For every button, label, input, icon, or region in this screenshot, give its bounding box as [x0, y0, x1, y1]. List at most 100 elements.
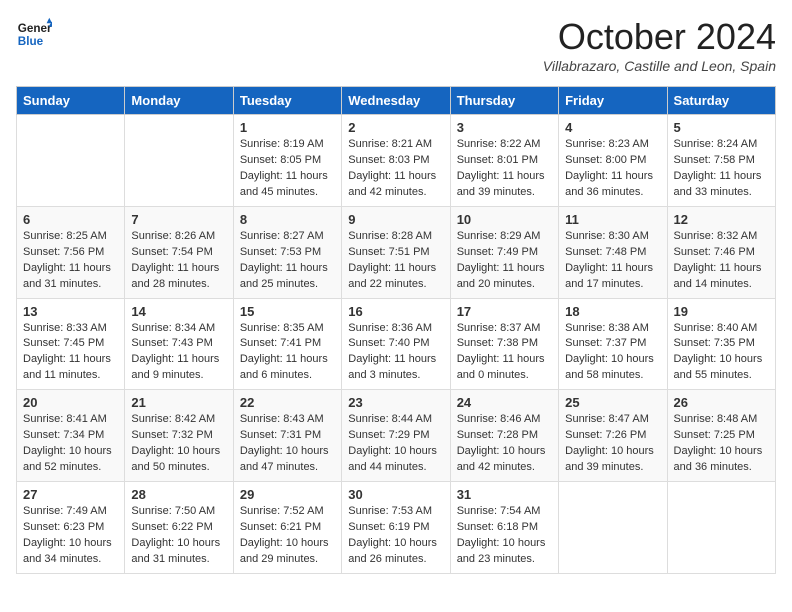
sunrise-text: Sunrise: 8:43 AM [240, 413, 324, 425]
day-number: 9 [348, 212, 443, 227]
cell-content: Sunrise: 8:22 AMSunset: 8:01 PMDaylight:… [457, 137, 552, 201]
day-number: 24 [457, 395, 552, 410]
sunset-text: Sunset: 7:45 PM [23, 337, 104, 349]
daylight-text: Daylight: 11 hours and 28 minutes. [131, 262, 219, 290]
day-header-sunday: Sunday [17, 87, 125, 115]
daylight-text: Daylight: 11 hours and 20 minutes. [457, 262, 545, 290]
calendar-cell: 22Sunrise: 8:43 AMSunset: 7:31 PMDayligh… [233, 390, 341, 482]
day-number: 11 [565, 212, 660, 227]
sunrise-text: Sunrise: 7:53 AM [348, 505, 432, 517]
sunset-text: Sunset: 6:22 PM [131, 521, 212, 533]
calendar-cell: 29Sunrise: 7:52 AMSunset: 6:21 PMDayligh… [233, 482, 341, 574]
sunrise-text: Sunrise: 8:25 AM [23, 230, 107, 242]
calendar-table: SundayMondayTuesdayWednesdayThursdayFrid… [16, 86, 776, 574]
page-header: General Blue October 2024 Villabrazaro, … [16, 16, 776, 74]
daylight-text: Daylight: 10 hours and 36 minutes. [674, 445, 763, 473]
daylight-text: Daylight: 10 hours and 47 minutes. [240, 445, 329, 473]
day-number: 1 [240, 120, 335, 135]
calendar-cell: 21Sunrise: 8:42 AMSunset: 7:32 PMDayligh… [125, 390, 233, 482]
daylight-text: Daylight: 11 hours and 31 minutes. [23, 262, 111, 290]
cell-content: Sunrise: 7:52 AMSunset: 6:21 PMDaylight:… [240, 504, 335, 568]
daylight-text: Daylight: 11 hours and 6 minutes. [240, 353, 328, 381]
daylight-text: Daylight: 11 hours and 17 minutes. [565, 262, 653, 290]
sunrise-text: Sunrise: 8:32 AM [674, 230, 758, 242]
calendar-cell: 6 Sunrise: 8:25 AM Sunset: 7:56 PM Daylight… [17, 206, 125, 298]
title-block: October 2024 Villabrazaro, Castille and … [543, 16, 776, 74]
cell-content: Sunrise: 8:37 AMSunset: 7:38 PMDaylight:… [457, 321, 552, 385]
cell-content: Sunrise: 8:38 AMSunset: 7:37 PMDaylight:… [565, 321, 660, 385]
sunset-text: Sunset: 7:48 PM [565, 246, 646, 258]
cell-content: Sunrise: 8:43 AM Sunset: 7:31 PM Daylight:… [240, 412, 335, 476]
sunrise-text: Sunrise: 8:28 AM [348, 230, 432, 242]
sunset-text: Sunset: 7:35 PM [674, 337, 755, 349]
sunset-text: Sunset: 7:40 PM [348, 337, 429, 349]
cell-content: Sunrise: 8:21 AMSunset: 8:03 PMDaylight:… [348, 137, 443, 201]
daylight-text: Daylight: 11 hours and 45 minutes. [240, 170, 328, 198]
week-row-2: 6 Sunrise: 8:25 AM Sunset: 7:56 PM Daylight… [17, 206, 776, 298]
sunrise-text: Sunrise: 8:19 AM [240, 138, 324, 150]
daylight-text: Daylight: 11 hours and 0 minutes. [457, 353, 545, 381]
calendar-body: 1Sunrise: 8:19 AMSunset: 8:05 PMDaylight… [17, 115, 776, 574]
sunrise-text: Sunrise: 8:37 AM [457, 322, 541, 334]
logo-icon: General Blue [16, 16, 52, 52]
sunset-text: Sunset: 7:32 PM [131, 429, 212, 441]
days-header-row: SundayMondayTuesdayWednesdayThursdayFrid… [17, 87, 776, 115]
calendar-cell: 7Sunrise: 8:26 AMSunset: 7:54 PMDaylight… [125, 206, 233, 298]
sunset-text: Sunset: 6:19 PM [348, 521, 429, 533]
cell-content: Sunrise: 7:53 AMSunset: 6:19 PMDaylight:… [348, 504, 443, 568]
day-number: 26 [674, 395, 769, 410]
week-row-3: 13 Sunrise: 8:33 AMSunset: 7:45 PMDayligh… [17, 298, 776, 390]
sunrise-text: Sunrise: 8:24 AM [674, 138, 758, 150]
day-header-wednesday: Wednesday [342, 87, 450, 115]
calendar-cell [667, 482, 775, 574]
day-number: 4 [565, 120, 660, 135]
calendar-cell: 26Sunrise: 8:48 AMSunset: 7:25 PMDayligh… [667, 390, 775, 482]
sunset-text: Sunset: 7:56 PM [23, 246, 104, 258]
calendar-cell: 20Sunrise: 8:41 AMSunset: 7:34 PMDayligh… [17, 390, 125, 482]
calendar-cell: 23Sunrise: 8:44 AMSunset: 7:29 PMDayligh… [342, 390, 450, 482]
calendar-cell: 2Sunrise: 8:21 AMSunset: 8:03 PMDaylight… [342, 115, 450, 207]
calendar-cell: 5Sunrise: 8:24 AMSunset: 7:58 PMDaylight… [667, 115, 775, 207]
sunrise-text: Sunrise: 8:34 AM [131, 322, 215, 334]
sunset-text: Sunset: 7:37 PM [565, 337, 646, 349]
sunrise-text: Sunrise: 8:22 AM [457, 138, 541, 150]
day-header-tuesday: Tuesday [233, 87, 341, 115]
location: Villabrazaro, Castille and Leon, Spain [543, 58, 776, 74]
day-number: 13 [23, 304, 118, 319]
day-number: 10 [457, 212, 552, 227]
cell-content: Sunrise: 8:42 AMSunset: 7:32 PMDaylight:… [131, 412, 226, 476]
cell-content: Sunrise: 8:35 AMSunset: 7:41 PMDaylight:… [240, 321, 335, 385]
day-number: 31 [457, 487, 552, 502]
daylight-text: Daylight: 11 hours and 3 minutes. [348, 353, 436, 381]
calendar-cell: 8Sunrise: 8:27 AMSunset: 7:53 PMDaylight… [233, 206, 341, 298]
calendar-cell: 3Sunrise: 8:22 AMSunset: 8:01 PMDaylight… [450, 115, 558, 207]
sunrise-text: Sunrise: 8:36 AM [348, 322, 432, 334]
day-number: 17 [457, 304, 552, 319]
sunset-text: Sunset: 7:25 PM [674, 429, 755, 441]
daylight-text: Daylight: 11 hours and 25 minutes. [240, 262, 328, 290]
sunrise-text: Sunrise: 8:23 AM [565, 138, 649, 150]
cell-content: Sunrise: 8:40 AMSunset: 7:35 PMDaylight:… [674, 321, 769, 385]
sunrise-text: Sunrise: 8:26 AM [131, 230, 215, 242]
day-number: 6 [23, 212, 118, 227]
sunset-text: Sunset: 7:53 PM [240, 246, 321, 258]
cell-content: Sunrise: 8:28 AMSunset: 7:51 PMDaylight:… [348, 229, 443, 293]
calendar-cell: 1Sunrise: 8:19 AMSunset: 8:05 PMDaylight… [233, 115, 341, 207]
daylight-text: Daylight: 10 hours and 31 minutes. [131, 537, 220, 565]
daylight-text: Daylight: 11 hours and 33 minutes. [674, 170, 762, 198]
calendar-cell: 16Sunrise: 8:36 AMSunset: 7:40 PMDayligh… [342, 298, 450, 390]
sunset-text: Sunset: 8:03 PM [348, 154, 429, 166]
daylight-text: Daylight: 10 hours and 50 minutes. [131, 445, 220, 473]
day-number: 14 [131, 304, 226, 319]
sunrise-text: Sunrise: 8:21 AM [348, 138, 432, 150]
calendar-cell: 31Sunrise: 7:54 AMSunset: 6:18 PMDayligh… [450, 482, 558, 574]
day-number: 25 [565, 395, 660, 410]
cell-content: Sunrise: 8:33 AMSunset: 7:45 PMDaylight:… [23, 321, 118, 385]
sunrise-text: Sunrise: 8:41 AM [23, 413, 107, 425]
sunset-text: Sunset: 7:31 PM [240, 429, 321, 441]
cell-content: Sunrise: 8:24 AMSunset: 7:58 PMDaylight:… [674, 137, 769, 201]
day-number: 2 [348, 120, 443, 135]
calendar-cell: 13 Sunrise: 8:33 AMSunset: 7:45 PMDayligh… [17, 298, 125, 390]
daylight-text: Daylight: 11 hours and 39 minutes. [457, 170, 545, 198]
sunset-text: Sunset: 7:26 PM [565, 429, 646, 441]
